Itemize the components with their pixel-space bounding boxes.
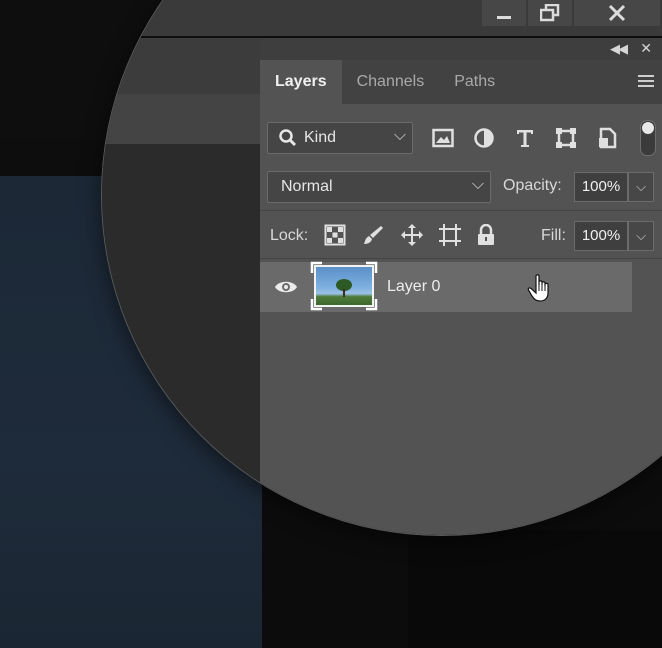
blend-row: Normal ⌵ Opacity: 100% ⌵ [260,168,662,208]
lock-artboard-icon[interactable] [438,223,476,247]
tab-paths[interactable]: Paths [439,60,510,104]
filter-kind-dropdown[interactable]: Kind ⌵ [267,122,413,154]
type-filter-icon[interactable] [514,126,555,150]
tab-layers[interactable]: Layers [260,60,342,104]
blend-mode-dropdown[interactable]: Normal ⌵ [267,171,491,203]
minimize-button[interactable] [482,0,526,26]
fill-label: Fill: [541,227,566,244]
layer-name[interactable]: Layer 0 [387,278,440,296]
opacity-label: Opacity: [503,177,562,194]
panel-menu-icon[interactable] [638,75,654,90]
panel-tabs: Layers Channels Paths [260,60,662,104]
lock-row: Lock: Fill: 100% ⌵ [260,218,662,254]
lock-transparent-pixels-icon[interactable] [324,223,362,247]
lock-all-icon[interactable] [476,223,514,247]
background-panel-column [408,530,662,648]
layer-row[interactable]: Layer 0 [260,261,632,312]
blend-mode-value: Normal [281,178,333,195]
shape-filter-icon[interactable] [555,126,596,150]
lock-position-icon[interactable] [400,223,438,247]
collapse-panels-icon[interactable]: ◀◀ [610,41,628,57]
document-area [102,144,260,535]
window-title-bar [102,0,662,36]
fill-chevron-icon[interactable]: ⌵ [628,221,654,251]
close-icon [608,4,626,22]
filter-kind-label: Kind [304,129,337,146]
hand-cursor-icon [527,274,549,302]
adjustment-filter-icon[interactable] [473,126,514,150]
chevron-down-icon: ⌵ [471,176,484,193]
visibility-eye-icon[interactable] [274,279,298,295]
close-panel-icon[interactable]: ✕ [640,40,652,57]
chevron-down-icon: ⌵ [393,127,406,144]
opacity-chevron-icon[interactable]: ⌵ [628,172,654,202]
opacity-input[interactable]: 100% [574,172,628,202]
filter-toggle-switch[interactable] [640,120,656,156]
layer-thumbnail[interactable] [314,265,374,307]
divider [260,210,662,211]
restore-icon [540,4,560,22]
smart-object-filter-icon[interactable] [596,126,637,150]
lock-image-pixels-icon[interactable] [362,223,400,247]
restore-button[interactable] [528,0,572,26]
close-window-button[interactable] [574,0,660,26]
lock-label: Lock: [270,227,309,244]
minimize-icon [497,16,511,19]
filter-row: Kind ⌵ [260,118,662,158]
document-tab-bar [102,94,260,144]
divider [260,258,662,259]
image-filter-icon[interactable] [432,126,473,150]
options-bar [102,38,260,94]
fill-input[interactable]: 100% [574,221,628,251]
search-icon [279,129,297,147]
tab-channels[interactable]: Channels [342,60,440,104]
panel-header: ◀◀ ✕ [260,38,662,60]
magnifier-lens: ◀◀ ✕ Layers Channels Paths Kind ⌵ Normal… [102,0,662,535]
layers-panel: ◀◀ ✕ Layers Channels Paths Kind ⌵ Normal… [260,38,662,535]
